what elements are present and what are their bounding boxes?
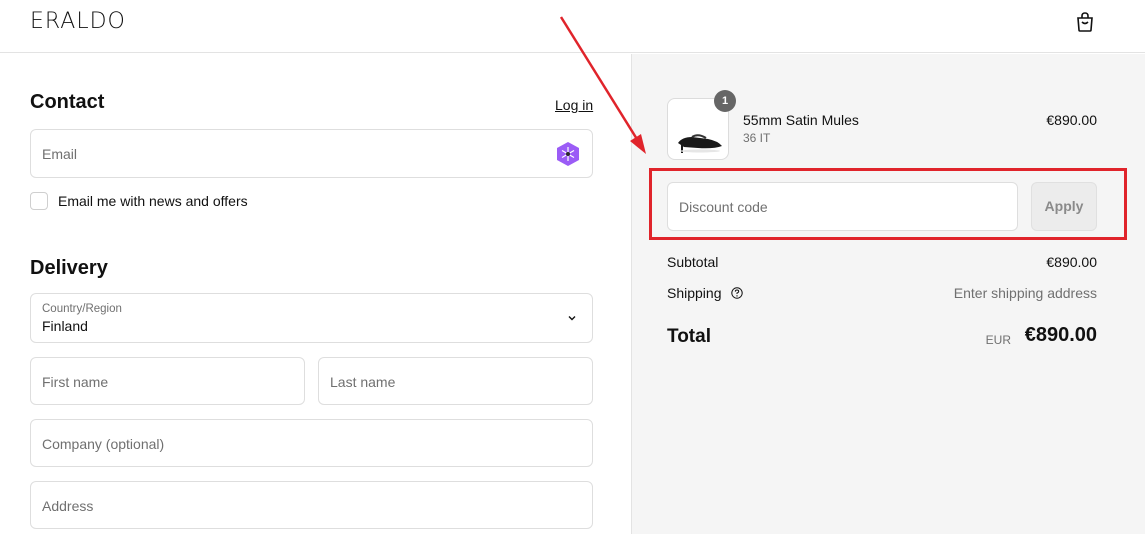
country-label: Country/Region xyxy=(42,303,122,315)
discount-highlight-annotation xyxy=(649,168,1127,240)
contact-heading: Contact xyxy=(30,91,105,113)
shop-pay-icon[interactable] xyxy=(556,141,580,167)
email-placeholder: Email xyxy=(42,146,78,162)
delivery-heading: Delivery xyxy=(30,257,108,279)
total-currency: EUR xyxy=(985,333,1011,347)
company-placeholder: Company (optional) xyxy=(42,436,165,452)
first-name-field[interactable]: First name xyxy=(30,357,305,405)
shipping-label: Shipping xyxy=(667,285,722,301)
newsletter-checkbox[interactable] xyxy=(30,192,48,210)
shopping-bag-icon[interactable] xyxy=(1074,11,1096,33)
address-field[interactable]: Address xyxy=(30,481,593,529)
shipping-row: Shipping xyxy=(667,285,744,301)
first-name-placeholder: First name xyxy=(42,374,109,390)
total-label: Total xyxy=(667,326,711,347)
subtotal-label: Subtotal xyxy=(667,254,719,270)
product-price: €890.00 xyxy=(1046,112,1097,128)
chevron-down-icon xyxy=(568,316,576,321)
total-value: €890.00 xyxy=(1024,324,1097,346)
shipping-value: Enter shipping address xyxy=(953,285,1097,301)
country-select[interactable]: Country/Region Finland xyxy=(30,293,593,343)
product-variant: 36 IT xyxy=(743,131,771,145)
subtotal-value: €890.00 xyxy=(1046,254,1097,270)
store-logo[interactable]: ERALDO xyxy=(30,9,126,34)
checkout-header: ERALDO xyxy=(0,0,1145,53)
newsletter-label: Email me with news and offers xyxy=(58,193,248,209)
email-field[interactable]: Email xyxy=(30,129,593,178)
last-name-field[interactable]: Last name xyxy=(318,357,593,405)
quantity-badge: 1 xyxy=(714,90,736,112)
last-name-placeholder: Last name xyxy=(330,374,396,390)
company-field[interactable]: Company (optional) xyxy=(30,419,593,467)
product-name: 55mm Satin Mules xyxy=(743,112,859,128)
help-circle-icon[interactable] xyxy=(731,287,744,299)
login-link[interactable]: Log in xyxy=(555,97,593,113)
address-placeholder: Address xyxy=(42,498,94,514)
country-value: Finland xyxy=(42,318,88,334)
